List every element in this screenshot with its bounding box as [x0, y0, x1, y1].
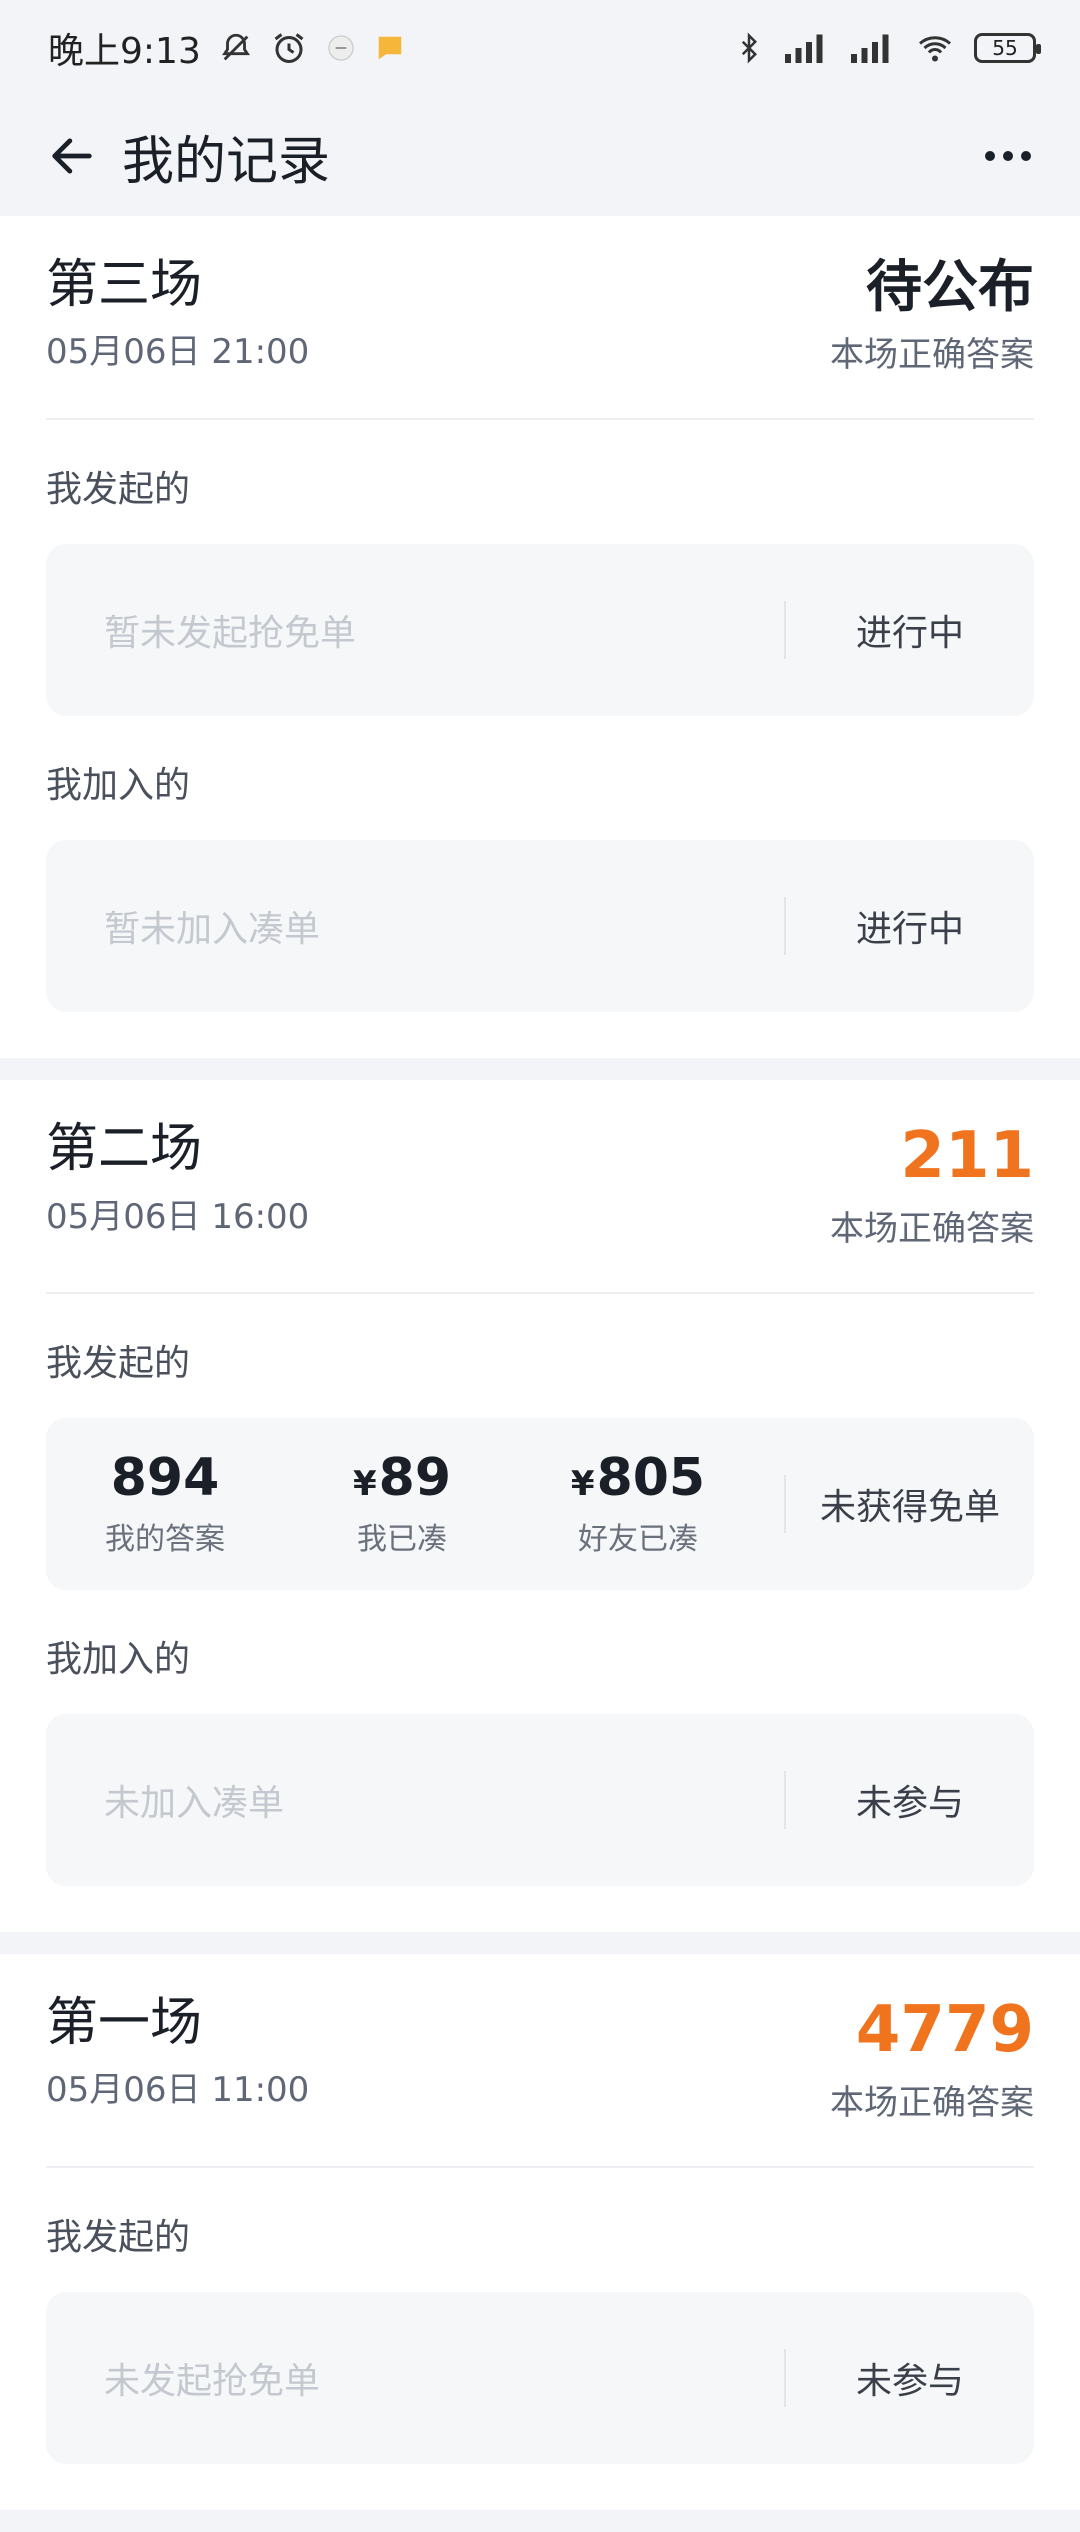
joined-record[interactable]: 未加入凑单 未参与	[46, 1713, 1034, 1886]
more-button[interactable]	[972, 120, 1044, 192]
record-status: 未获得免单	[819, 1486, 1000, 1528]
answer-label: 本场正确答案	[830, 2082, 1034, 2123]
stat-number: 805	[596, 1448, 706, 1509]
bluetooth-icon	[734, 30, 764, 66]
session-time: 05月06日 21:00	[46, 332, 310, 373]
correct-answer: 待公布 本场正确答案	[830, 254, 1034, 376]
alarm-icon	[271, 30, 307, 66]
initiated-record[interactable]: 894 我的答案 ¥89 我已凑 ¥805 好友已凑 未获得免单	[46, 1417, 1034, 1590]
session-card: 第二场 05月06日 16:00 211 本场正确答案 我发起的 894 我的答…	[0, 1080, 1080, 1932]
status-bar: 晚上9:13 55	[0, 0, 1080, 96]
joined-record[interactable]: 暂未加入凑单 进行中	[46, 840, 1034, 1013]
records-list[interactable]: 第三场 05月06日 21:00 待公布 本场正确答案 我发起的 暂未发起抢免单…	[0, 216, 1080, 2532]
session-name: 第三场	[46, 255, 203, 315]
header-bar: 我的记录	[0, 96, 1080, 216]
session-time: 05月06日 16:00	[46, 1196, 310, 1237]
answer-label: 本场正确答案	[830, 335, 1034, 376]
correct-answer: 4779 本场正确答案	[830, 1992, 1034, 2124]
session-name: 第二场	[46, 1119, 203, 1180]
stat-value: ¥89	[284, 1450, 520, 1507]
answer-value: 211	[900, 1119, 1034, 1194]
record-stats: 894 我的答案 ¥89 我已凑 ¥805 好友已凑	[46, 1450, 784, 1557]
status-time: 晚上9:13	[48, 31, 201, 72]
stat-value: 894	[110, 1448, 220, 1509]
record-status: 进行中	[855, 613, 964, 655]
stat-my-answer: 894 我的答案	[46, 1450, 284, 1557]
session-name: 第一场	[46, 1992, 203, 2053]
empty-text: 暂未加入凑单	[104, 909, 321, 951]
section-label-initiated: 我发起的	[46, 2216, 191, 2258]
battery-icon: 55	[974, 33, 1041, 63]
record-status: 未参与	[855, 2360, 964, 2402]
currency-symbol: ¥	[352, 1464, 377, 1505]
section-label-joined: 我加入的	[46, 765, 191, 807]
initiated-record[interactable]: 暂未发起抢免单 进行中	[46, 544, 1034, 717]
correct-answer: 211 本场正确答案	[830, 1118, 1034, 1250]
session-card: 第三场 05月06日 21:00 待公布 本场正确答案 我发起的 暂未发起抢免单…	[0, 216, 1080, 1059]
record-status: 进行中	[855, 909, 964, 951]
answer-label: 本场正确答案	[830, 1208, 1034, 1249]
more-dots-icon	[985, 151, 1031, 161]
currency-symbol: ¥	[570, 1464, 595, 1505]
answer-value: 4779	[855, 1992, 1034, 2067]
session-header: 第三场 05月06日 21:00 待公布 本场正确答案	[46, 254, 1034, 421]
arrow-left-icon	[52, 138, 92, 174]
status-right: 55	[734, 30, 1041, 66]
stat-label: 好友已凑	[578, 1521, 698, 1557]
session-time: 05月06日 11:00	[46, 2070, 310, 2111]
stat-label: 我的答案	[105, 1521, 225, 1557]
session-card: 第一场 05月06日 11:00 4779 本场正确答案 我发起的 未发起抢免单…	[0, 1953, 1080, 2510]
empty-text: 暂未发起抢免单	[104, 613, 357, 655]
wifi-icon	[914, 30, 956, 66]
stat-number: 89	[378, 1448, 452, 1509]
app-notification-icon	[325, 32, 357, 64]
message-icon	[375, 33, 405, 63]
section-label-joined: 我加入的	[46, 1638, 191, 1680]
answer-value: 待公布	[866, 255, 1034, 320]
section-label-initiated: 我发起的	[46, 1342, 191, 1384]
back-button[interactable]	[36, 120, 108, 192]
stat-value: ¥805	[520, 1450, 756, 1507]
signal-hd-icon	[848, 30, 896, 66]
session-header: 第二场 05月06日 16:00 211 本场正确答案	[46, 1118, 1034, 1294]
record-status: 未参与	[855, 1782, 964, 1824]
stat-my-contribution: ¥89 我已凑	[284, 1450, 520, 1557]
battery-level: 55	[992, 36, 1018, 60]
stat-label: 我已凑	[357, 1521, 447, 1557]
signal-hd-icon	[782, 30, 830, 66]
mute-bell-icon	[219, 31, 253, 65]
session-header: 第一场 05月06日 11:00 4779 本场正确答案	[46, 1992, 1034, 2168]
stat-friends-contribution: ¥805 好友已凑	[520, 1450, 756, 1557]
initiated-record[interactable]: 未发起抢免单 未参与	[46, 2291, 1034, 2464]
empty-text: 未发起抢免单	[104, 2360, 321, 2402]
empty-text: 未加入凑单	[104, 1782, 285, 1824]
page-title: 我的记录	[122, 131, 331, 192]
status-left: 晚上9:13	[48, 22, 405, 74]
section-label-initiated: 我发起的	[46, 469, 191, 511]
